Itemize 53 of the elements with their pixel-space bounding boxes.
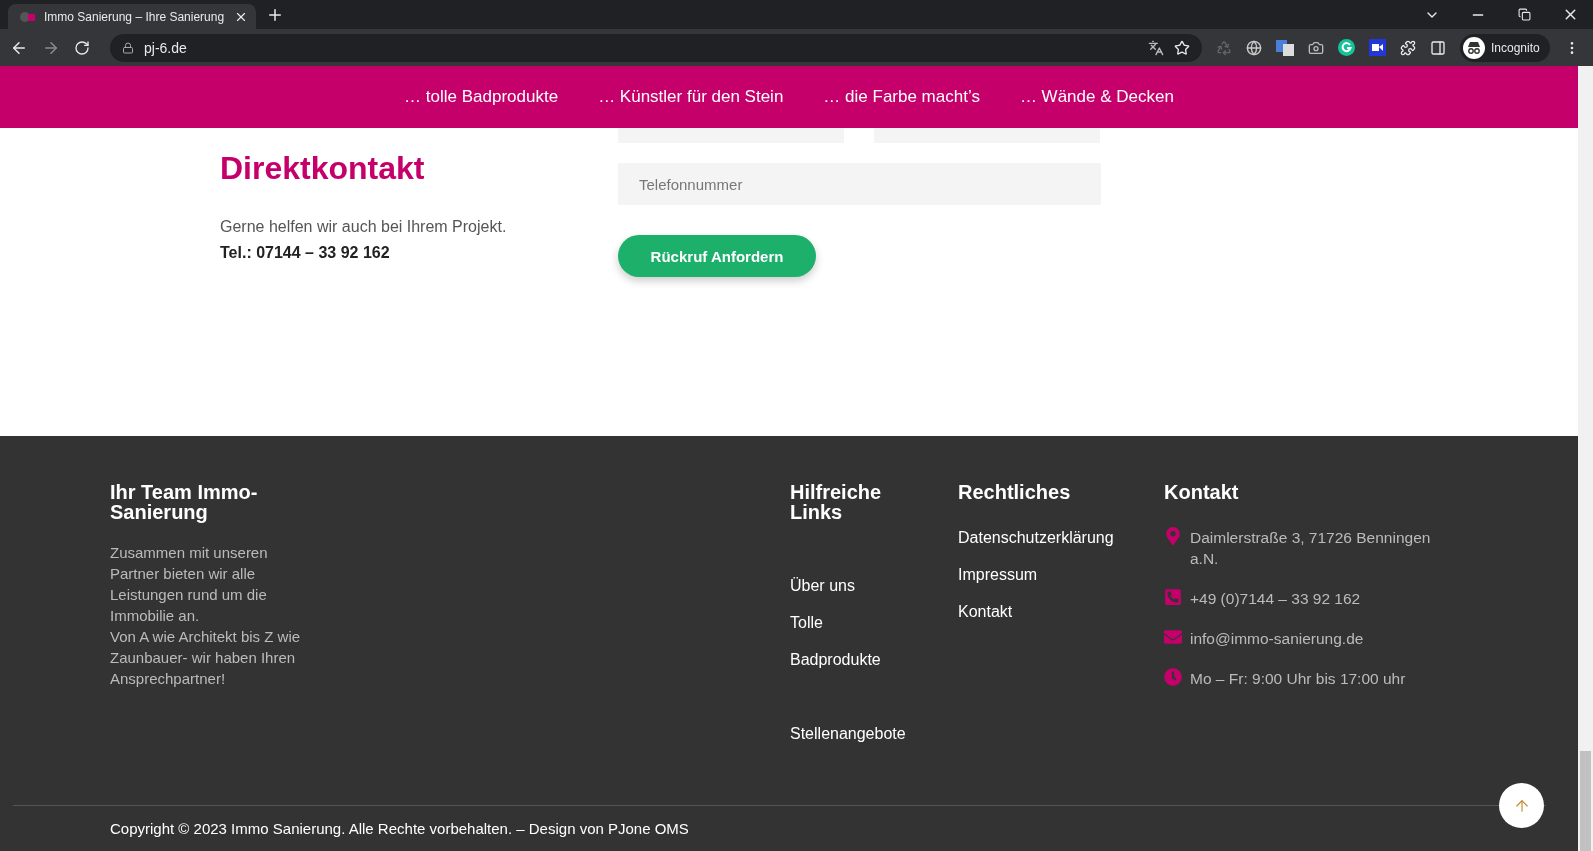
- contact-detail: info@immo-sanierung.de: [1190, 629, 1365, 649]
- map-pin-icon: [1164, 527, 1182, 545]
- clock-icon: [1164, 668, 1182, 686]
- profile-label: Incognito: [1491, 40, 1540, 55]
- contact-detail: Mo – Fr: 9:00 Uhr bis 17:00 uhr: [1190, 669, 1407, 689]
- footer-link[interactable]: Tolle: [790, 614, 823, 632]
- address-bar[interactable]: pj-6.de: [110, 33, 1202, 62]
- nav-link[interactable]: … Künstler für den Stein: [598, 87, 784, 107]
- url-text: pj-6.de: [144, 39, 188, 56]
- scroll-top-button[interactable]: [1499, 783, 1544, 828]
- footer-heading: Rechtliches: [958, 482, 1072, 502]
- translate-icon[interactable]: [1276, 39, 1294, 56]
- nav-link[interactable]: … tolle Badprodukte: [404, 87, 559, 107]
- tab-title: Immo Sanierung – Ihre Sanierung: [44, 9, 226, 24]
- profile-button[interactable]: Incognito: [1460, 33, 1550, 62]
- contact-text: Gerne helfen wir auch bei Ihrem Projekt.: [220, 218, 508, 236]
- reload-icon[interactable]: [74, 39, 90, 56]
- grammar-check-icon[interactable]: [1338, 39, 1355, 56]
- footer-heading: Kontakt: [1164, 482, 1240, 502]
- nav-link[interactable]: … Wände & Decken: [1019, 87, 1174, 107]
- footer-link[interactable]: Über uns: [790, 577, 855, 595]
- copyright-text: Copyright © 2023 Immo Sanierung. Alle Rechte vorbehalten. – Design von PJone OMS: [110, 820, 689, 837]
- footer-link[interactable]: Impressum: [958, 566, 1038, 584]
- footer-link[interactable]: Badprodukte: [790, 651, 881, 669]
- footer-link[interactable]: Kontakt: [958, 603, 1013, 621]
- phone-icon: [1164, 588, 1182, 606]
- translate-icon[interactable]: [1148, 39, 1164, 56]
- globe-icon[interactable]: [1246, 39, 1262, 56]
- lock-icon: [122, 41, 134, 54]
- about-text: Zusammen mit unseren Partner bieten wir alle Leistungen rund um die Immobilie an.: [110, 543, 269, 626]
- contact-detail: Daimlerstraße 3, 71726 Benningen a.N.: [1190, 528, 1432, 569]
- scrollbar[interactable]: [1578, 66, 1593, 851]
- footer-link[interactable]: Stellenangebote: [790, 725, 906, 743]
- about-text: Von A wie Architekt bis Z wie Zaunbauer- wir haben Ihren Ansprechpartner!: [110, 627, 302, 689]
- footer-heading: Ihr Team Immo-Sanierung: [110, 482, 259, 522]
- video-icon[interactable]: [1369, 39, 1386, 56]
- star-icon[interactable]: [1174, 39, 1190, 56]
- puzzle-icon[interactable]: [1400, 39, 1416, 56]
- camera-icon[interactable]: [1308, 39, 1324, 56]
- side-panel-icon[interactable]: [1430, 39, 1446, 56]
- browser-tab[interactable]: Immo Sanierung – Ihre Sanierung: [8, 4, 256, 29]
- footer-heading: Hilfreiche Links: [790, 482, 883, 522]
- phone-text: Tel.: 07144 – 33 92 162: [220, 244, 391, 262]
- site-favicon: [20, 10, 36, 23]
- envelope-icon: [1164, 628, 1182, 646]
- nav-link[interactable]: … die Farbe macht’s: [823, 87, 980, 107]
- contact-detail: +49 (0)7144 – 33 92 162: [1190, 589, 1362, 609]
- footer-link[interactable]: Datenschutzerklärung: [958, 529, 1114, 547]
- incognito-icon: [1463, 36, 1485, 59]
- input-field[interactable]: [874, 128, 1100, 143]
- section-title: Direktkontakt: [220, 149, 426, 188]
- phone-field[interactable]: Telefonnummer: [618, 163, 1101, 205]
- input-field[interactable]: [618, 128, 844, 143]
